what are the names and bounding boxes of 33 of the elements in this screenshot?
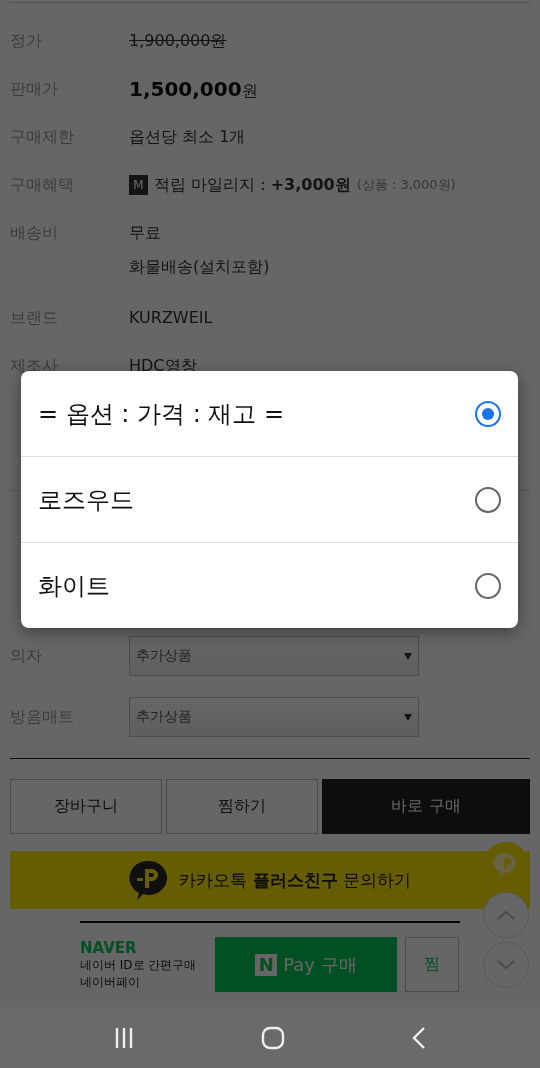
action-button[interactable]: 장바구니 [10, 779, 162, 834]
option-item[interactable]: 로즈우드 [21, 456, 518, 542]
naver-pay-text: 네이버페이 [80, 973, 141, 991]
mileage-badge: M [129, 175, 148, 195]
action-button[interactable]: 찜하기 [166, 779, 318, 834]
option-item[interactable]: 화이트 [21, 542, 518, 628]
sale-price: 1,500,000 [129, 77, 242, 101]
naver-pay-text: 네이버 ID로 간편구매 [80, 956, 198, 974]
option-item[interactable]: = 옵션 : 가격 : 재고 = [21, 371, 518, 456]
pay-button[interactable]: N Pay 구매 [215, 937, 397, 992]
mileage-text: 적립 마일리지 : +3,000원 [154, 174, 351, 196]
buy-now-button[interactable]: 바로 구매 [322, 779, 530, 834]
field-value: KURZWEIL [129, 308, 213, 327]
radio-button[interactable] [475, 400, 501, 427]
recent-apps-icon[interactable] [113, 1026, 135, 1049]
chevron-up-icon [497, 910, 515, 920]
back-icon[interactable] [411, 1025, 427, 1050]
kakao-inquiry-button[interactable]: 카카오톡 플러스친구 문의하기 [10, 851, 530, 909]
list-price: 1,900,000원 [129, 31, 227, 50]
home-icon[interactable] [261, 1025, 285, 1050]
shipping-text: 무료 [129, 222, 162, 244]
radio-button[interactable] [475, 572, 501, 599]
radio-button[interactable] [475, 486, 501, 513]
addon-select[interactable]: 추가상품 [129, 636, 419, 676]
shipping-text: 화물배송(설치포함) [129, 256, 271, 278]
chat-bubble-icon [129, 860, 168, 900]
naver-logo: NAVER [80, 938, 138, 957]
field-value: 옵션당 최소 1개 [129, 127, 246, 146]
addon-select[interactable]: 추가상품 [129, 697, 419, 737]
dropdown-arrow-icon [404, 652, 412, 660]
dropdown-arrow-icon [404, 713, 412, 721]
chevron-down-icon [497, 960, 515, 970]
currency-unit: 원 [241, 81, 258, 102]
